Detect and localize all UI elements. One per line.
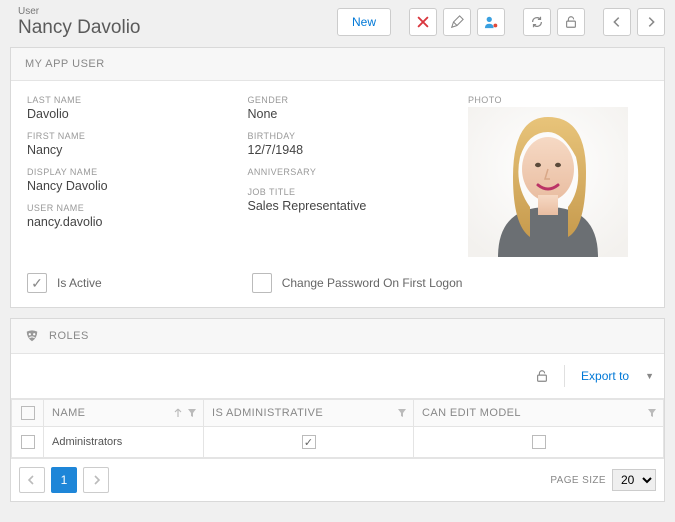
roles-card: ROLES Export to ▼ NAME [10,318,665,502]
prev-record-button[interactable] [603,8,631,36]
unlock-button[interactable] [557,8,585,36]
refresh-icon [530,15,544,29]
edit-button[interactable] [443,8,471,36]
page-size-label: PAGE SIZE [550,475,606,486]
cell-name: Administrators [44,427,204,458]
chevron-left-icon [610,15,624,29]
chevron-down-icon[interactable]: ▼ [645,371,654,381]
row-select-checkbox[interactable] [21,435,35,449]
value-last-name: Davolio [27,107,230,121]
page-size-select[interactable]: 20 [612,469,656,491]
sort-icon[interactable] [173,408,183,418]
user-color-icon [484,15,498,29]
chevron-left-icon [27,475,37,485]
label-job-title: JOB TITLE [248,187,451,197]
refresh-button[interactable] [523,8,551,36]
pencil-icon [450,15,464,29]
filter-icon[interactable] [647,408,657,418]
avatar-image [468,107,628,257]
value-user-name: nancy.davolio [27,215,230,229]
label-user-name: USER NAME [27,203,230,213]
clone-button[interactable] [477,8,505,36]
pager-next-button[interactable] [83,467,109,493]
change-password-checkbox[interactable] [252,273,272,293]
label-anniversary: ANNIVERSARY [248,167,451,177]
filter-icon[interactable] [397,408,407,418]
cell-can-edit-checkbox[interactable] [532,435,546,449]
new-button[interactable]: New [337,8,391,36]
label-gender: GENDER [248,95,451,105]
user-photo [468,107,628,257]
export-to-label: Export to [581,369,629,383]
user-card-title: MY APP USER [25,58,105,70]
chevron-right-icon [91,475,101,485]
is-active-label: Is Active [57,276,102,290]
pager-prev-button[interactable] [19,467,45,493]
unlock-icon [564,15,578,29]
column-name-label: NAME [52,407,85,419]
roles-card-title: ROLES [49,330,89,342]
unlock-icon [535,369,549,383]
user-card-header: MY APP USER [11,48,664,81]
label-last-name: LAST NAME [27,95,230,105]
column-is-admin-label: IS ADMINISTRATIVE [212,407,323,419]
delete-button[interactable] [409,8,437,36]
roles-unlock-button[interactable] [528,362,556,390]
value-birthday: 12/7/1948 [248,143,451,157]
label-photo: PHOTO [468,95,648,105]
roles-grid: NAME IS ADMINISTRATIVE CAN EDIT MOD [11,399,664,458]
column-can-edit[interactable]: CAN EDIT MODEL [414,400,664,427]
next-record-button[interactable] [637,8,665,36]
export-to-button[interactable]: Export to [573,365,637,387]
roles-icon [25,329,39,343]
value-job-title: Sales Representative [248,199,451,213]
column-can-edit-label: CAN EDIT MODEL [422,407,521,419]
label-first-name: FIRST NAME [27,131,230,141]
value-display-name: Nancy Davolio [27,179,230,193]
user-card: MY APP USER LAST NAME Davolio FIRST NAME N… [10,47,665,308]
pager-page-1[interactable]: 1 [51,467,77,493]
change-password-label: Change Password On First Logon [282,276,463,290]
label-display-name: DISPLAY NAME [27,167,230,177]
value-first-name: Nancy [27,143,230,157]
close-icon [416,15,430,29]
label-birthday: BIRTHDAY [248,131,451,141]
cell-is-admin-checkbox[interactable] [302,435,316,449]
column-is-admin[interactable]: IS ADMINISTRATIVE [204,400,414,427]
page-title: Nancy Davolio [18,17,141,39]
table-row[interactable]: Administrators [12,427,664,458]
chevron-right-icon [644,15,658,29]
filter-icon[interactable] [187,408,197,418]
value-gender: None [248,107,451,121]
is-active-checkbox[interactable] [27,273,47,293]
column-name[interactable]: NAME [44,400,204,427]
header-overline: User [18,6,141,17]
select-all-checkbox[interactable] [21,406,35,420]
